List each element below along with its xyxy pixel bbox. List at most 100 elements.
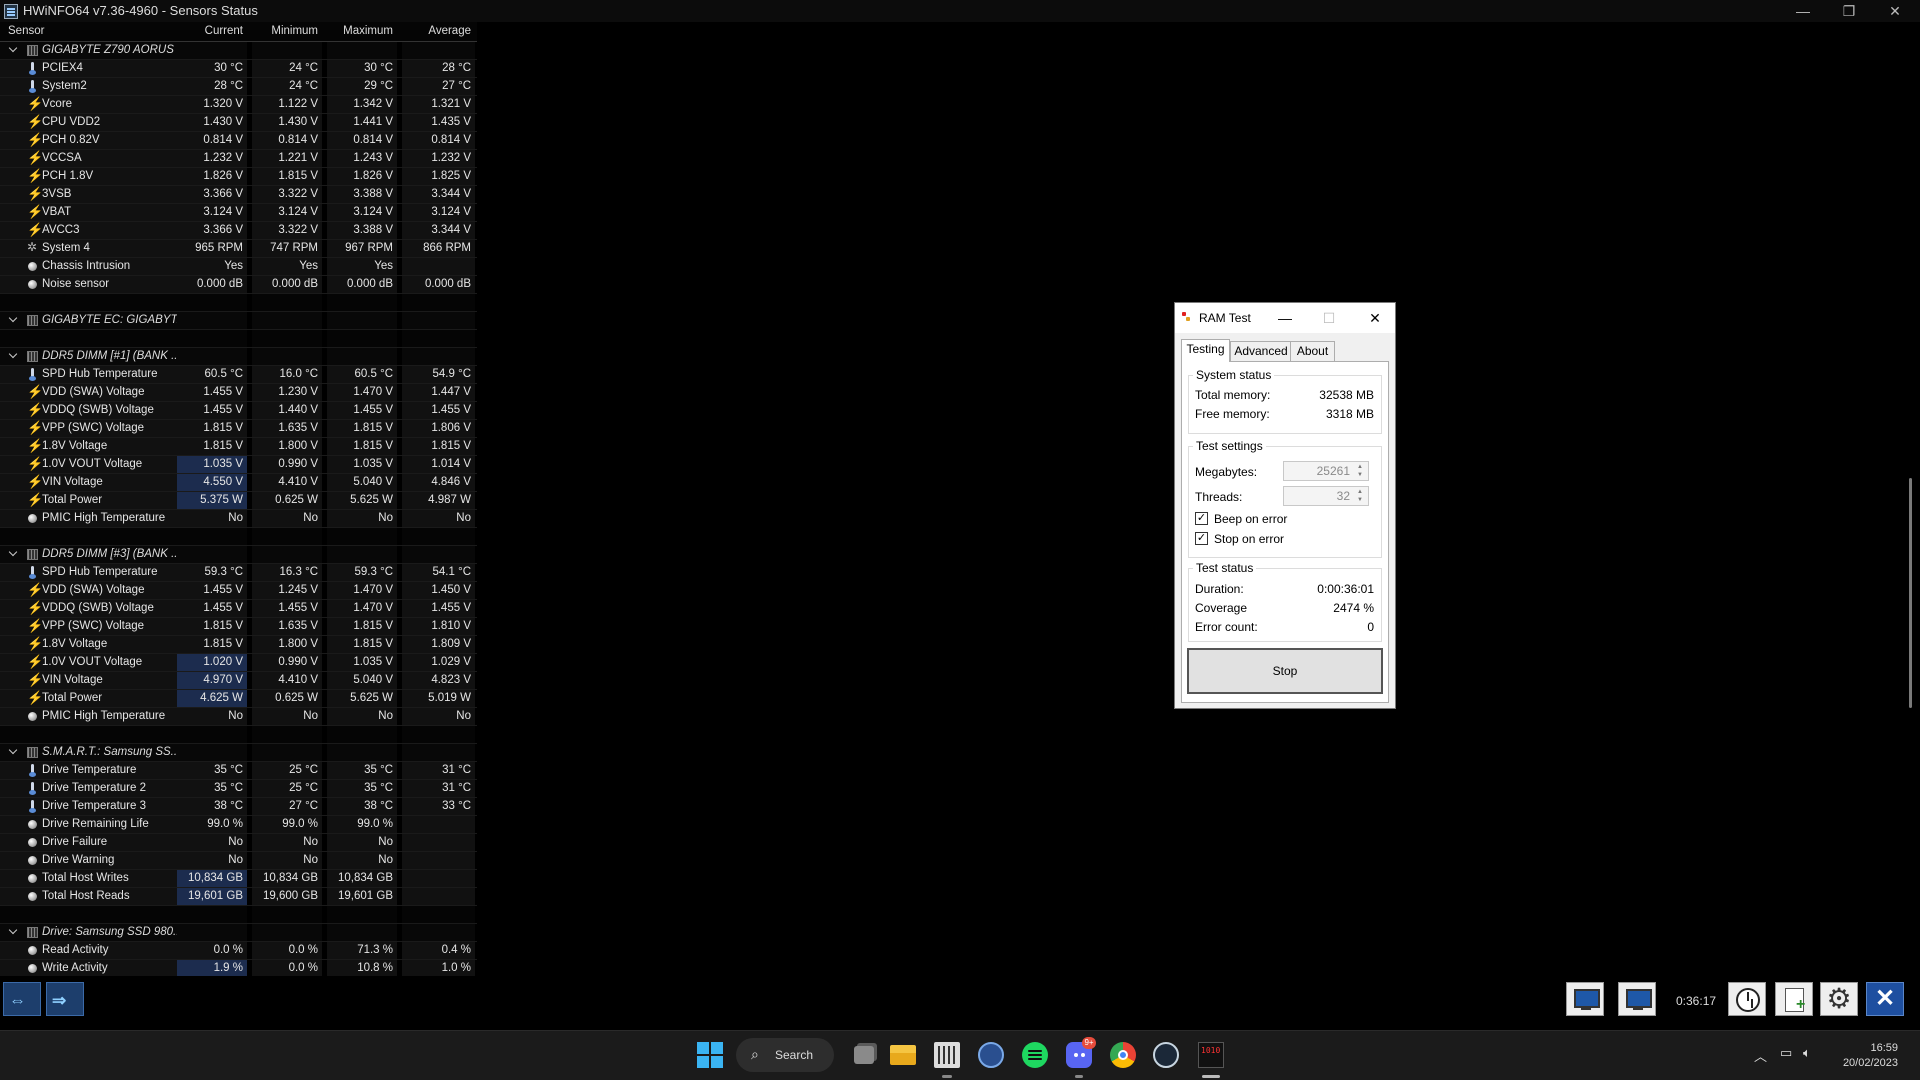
sensor-row[interactable]: VIN Voltage 4.970 V 4.410 V 5.040 V 4.823 V [0,672,477,690]
sensor-row[interactable]: VDDQ (SWB) Voltage 1.455 V 1.440 V 1.455 V1… [0,402,477,420]
file-explorer-icon[interactable] [890,1045,916,1065]
sensor-row[interactable]: 1.0V VOUT Voltage 1.035 V 0.990 V 1.035 V 1.… [0,456,477,474]
sensor-row[interactable]: Write Activity 1.9 % 0.0 % 10.8 % 1.0 % [0,960,477,976]
sensor-row[interactable]: VPP (SWC) Voltage 1.815 V 1.635 V 1.815 V 1.… [0,420,477,438]
stop-on-error-checkbox[interactable]: ✓ [1195,532,1208,545]
settings-gear-button[interactable]: ⚙ [1820,982,1858,1016]
task-view-icon[interactable] [854,1046,874,1064]
chevron-down-icon[interactable] [9,46,17,54]
col-header-maximum[interactable]: Maximum [327,22,397,41]
sensor-row[interactable]: Drive Temperature 3 38 °C 27 °C 38 °C 33 °C [0,798,477,816]
sensor-group-row[interactable]: Drive: Samsung SSD 980... [0,924,477,942]
sensor-row[interactable]: Total Power 4.625 W 0.625 W 5.625 W 5.019 W [0,690,477,708]
sensor-group-row[interactable]: DDR5 DIMM [#3] (BANK ... [0,546,477,564]
security-app-icon[interactable] [978,1042,1004,1068]
sensor-row[interactable]: PMIC High Temperature No No No No [0,510,477,528]
col-header-average[interactable]: Average [402,22,475,41]
sensor-row[interactable]: 3VSB 3.366 V 3.322 V 3.388 V 3.344 V [0,186,477,204]
sensor-row[interactable]: Total Power 5.375 W 0.625 W 5.625 W 4.987 W [0,492,477,510]
sensor-row[interactable]: 1.8V Voltage 1.815 V 1.800 V 1.815 V 1.809 V [0,636,477,654]
clock-reset-button[interactable] [1728,982,1766,1016]
sensor-row[interactable]: VIN Voltage 4.550 V 4.410 V 5.040 V 4.846 V [0,474,477,492]
sensor-row[interactable]: System 4 965 RPM 747 RPM 967 RPM 866 RPM [0,240,477,258]
chevron-down-icon[interactable] [9,316,17,324]
sensor-row[interactable]: PCH 1.8V 1.826 V 1.815 V 1.826 V 1.825 V [0,168,477,186]
chevron-down-icon[interactable] [9,928,17,936]
sensor-row[interactable]: VBAT 3.124 V 3.124 V 3.124 V 3.124 V [0,204,477,222]
sensor-row[interactable]: Drive Temperature 2 35 °C 25 °C 35 °C 31 °C [0,780,477,798]
chrome-icon[interactable] [1110,1042,1136,1068]
sensor-row[interactable]: Noise sensor 0.000 dB 0.000 dB 0.000 dB 0.00… [0,276,477,294]
taskbar-search-button[interactable]: ⌕ Search [736,1038,834,1072]
vertical-scrollbar[interactable] [1906,38,1914,968]
ram-test-titlebar[interactable]: RAM Test — ☐ ✕ [1175,303,1395,333]
monitor-button[interactable] [1566,982,1604,1016]
sensor-row[interactable]: System2 28 °C 24 °C 29 °C 27 °C [0,78,477,96]
sensor-row[interactable]: Read Activity 0.0 % 0.0 % 71.3 % 0.4 % [0,942,477,960]
logging-button[interactable] [1775,982,1813,1016]
network-icon[interactable]: ▭ [1780,1045,1792,1061]
sensor-row[interactable]: VDD (SWA) Voltage 1.455 V 1.245 V 1.470 V 1.… [0,582,477,600]
ram-test-taskbar-icon[interactable] [1198,1042,1224,1068]
sensor-row[interactable]: 1.8V Voltage 1.815 V 1.800 V 1.815 V 1.815 V [0,438,477,456]
sensor-row[interactable]: Vcore 1.320 V 1.122 V 1.342 V 1.321 V [0,96,477,114]
sensor-row[interactable]: 1.0V VOUT Voltage 1.020 V 0.990 V 1.035 V 1.… [0,654,477,672]
sensor-row[interactable]: VDD (SWA) Voltage 1.455 V 1.230 V 1.470 V 1.… [0,384,477,402]
sensor-row[interactable]: SPD Hub Temperature 59.3 °C 16.3 °C 59.3 °C… [0,564,477,582]
current-cell: 0.0 % [177,942,247,959]
volume-icon[interactable]: 🔈︎ [1803,1045,1811,1061]
sensor-row[interactable]: Drive Warning No No No [0,852,477,870]
navigate-left-button[interactable]: ⇔ [3,982,41,1016]
sensor-row[interactable]: Chassis Intrusion Yes Yes Yes [0,258,477,276]
sensor-row[interactable]: PCH 0.82V 0.814 V 0.814 V 0.814 V 0.814 V [0,132,477,150]
chevron-down-icon[interactable] [9,748,17,756]
sensor-row[interactable]: PMIC High Temperature No No No No [0,708,477,726]
sensor-group-row[interactable]: GIGABYTE EC: GIGABYT... [0,312,477,330]
close-button[interactable]: ✕ [1872,0,1918,22]
beep-on-error-checkbox[interactable]: ✓ [1195,512,1208,525]
windows-start-icon[interactable] [697,1042,723,1068]
spotify-icon[interactable] [1022,1042,1048,1068]
ram-test-minimize-button[interactable]: — [1272,308,1298,328]
sensor-row[interactable]: Drive Temperature 35 °C 25 °C 35 °C 31 °C [0,762,477,780]
sensor-row[interactable]: VDDQ (SWB) Voltage 1.455 V 1.455 V 1.470 V1… [0,600,477,618]
col-header-sensor[interactable]: Sensor [0,22,177,41]
sensor-row[interactable]: CPU VDD2 1.430 V 1.430 V 1.441 V 1.435 V [0,114,477,132]
maximum-cell: 60.5 °C [327,366,397,383]
col-header-current[interactable]: Current [177,22,247,41]
scrollbar-thumb[interactable] [1909,478,1912,708]
sensor-group-row[interactable]: S.M.A.R.T.: Samsung SS... [0,744,477,762]
sensor-row[interactable]: AVCC3 3.366 V 3.322 V 3.388 V 3.344 V [0,222,477,240]
chevron-down-icon[interactable] [9,352,17,360]
sensor-row[interactable]: VCCSA 1.232 V 1.221 V 1.243 V 1.232 V [0,150,477,168]
sensor-row[interactable]: Total Host Reads 19,601 GB 19,600 GB 19,601… [0,888,477,906]
minimize-button[interactable]: — [1780,0,1826,22]
stop-on-error-label[interactable]: Stop on error [1214,532,1284,546]
steam-icon[interactable] [1153,1042,1179,1068]
current-cell: 1.9 % [177,960,247,976]
sensor-row[interactable]: Drive Remaining Life 99.0 % 99.0 % 99.0 % [0,816,477,834]
close-sensors-button[interactable]: ✕ [1866,982,1904,1016]
hwinfo-taskbar-icon[interactable] [934,1042,960,1068]
chevron-up-icon[interactable]: ︿ [1754,1046,1767,1065]
taskbar-clock[interactable]: 16:59 20/02/2023 [1838,1041,1898,1071]
maximum-cell: 59.3 °C [327,564,397,581]
tab-about[interactable]: About [1290,341,1335,361]
sensor-row[interactable]: Drive Failure No No No [0,834,477,852]
sensor-group-row[interactable]: DDR5 DIMM [#1] (BANK ... [0,348,477,366]
beep-on-error-label[interactable]: Beep on error [1214,512,1287,526]
sensor-group-row[interactable]: GIGABYTE Z790 AORUS ... [0,42,477,60]
tab-testing[interactable]: Testing [1181,339,1230,362]
network-monitor-button[interactable] [1618,982,1656,1016]
ram-test-close-button[interactable]: ✕ [1362,308,1388,328]
sensor-row[interactable]: Total Host Writes 10,834 GB 10,834 GB 10,83… [0,870,477,888]
sensor-row[interactable]: PCIEX4 30 °C 24 °C 30 °C 28 °C [0,60,477,78]
restore-button[interactable]: ❐ [1826,0,1872,22]
stop-button[interactable]: Stop [1187,648,1383,694]
navigate-right-button[interactable]: ⇒ [46,982,84,1016]
chevron-down-icon[interactable] [9,550,17,558]
sensor-row[interactable]: VPP (SWC) Voltage 1.815 V 1.635 V 1.815 V 1.… [0,618,477,636]
tab-advanced[interactable]: Advanced [1230,341,1292,361]
col-header-minimum[interactable]: Minimum [252,22,322,41]
sensor-row[interactable]: SPD Hub Temperature 60.5 °C 16.0 °C 60.5 °C… [0,366,477,384]
